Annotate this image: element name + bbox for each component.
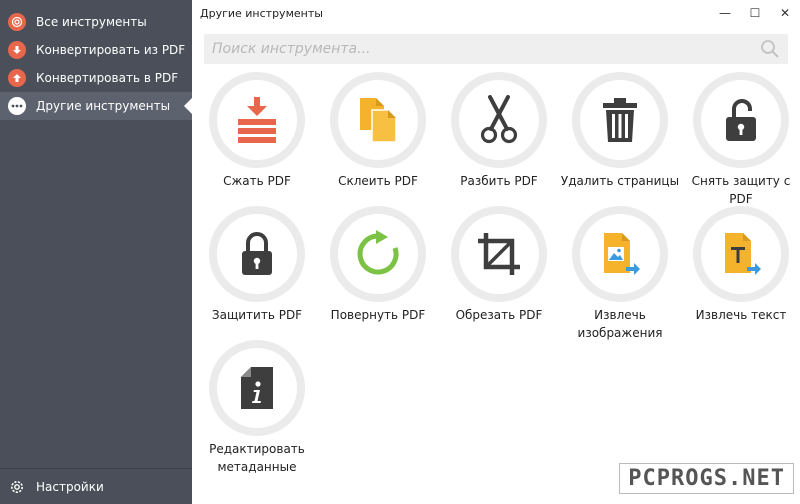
sidebar-item-convert-from-pdf[interactable]: Конвертировать из PDF	[0, 36, 192, 64]
tool-label: Редактировать метаданные	[209, 442, 305, 474]
sidebar-item-all-tools[interactable]: Все инструменты	[0, 8, 192, 36]
tool-icon-circle	[330, 206, 426, 302]
search-bar	[204, 34, 788, 64]
tool-split-pdf[interactable]: Разбить PDF	[440, 72, 558, 202]
compress-icon	[238, 97, 276, 143]
arrow-up-icon	[8, 69, 26, 87]
tool-icon-circle	[451, 72, 547, 168]
maximize-button[interactable]: ☐	[740, 0, 770, 26]
sidebar-item-convert-to-pdf[interactable]: Конвертировать в PDF	[0, 64, 192, 92]
tool-label: Извлечь текст	[695, 308, 787, 322]
sidebar-item-label: Конвертировать в PDF	[36, 71, 179, 85]
gear-icon	[8, 478, 26, 496]
tool-icon-circle	[209, 206, 305, 302]
watermark: PCPROGS.NET	[619, 463, 794, 494]
tool-merge-pdf[interactable]: Склеить PDF	[319, 72, 437, 202]
tool-icon-circle	[572, 206, 668, 302]
extract-text-icon	[725, 233, 761, 275]
tool-icon-circle	[330, 72, 426, 168]
close-button[interactable]: ✕	[770, 0, 800, 26]
more-dots-icon	[8, 97, 26, 115]
minimize-button[interactable]: —	[710, 0, 740, 26]
tool-protect-pdf[interactable]: Защитить PDF	[198, 206, 316, 336]
tool-unlock-pdf[interactable]: Снять защиту с PDF	[682, 72, 800, 206]
tool-icon-circle	[209, 72, 305, 168]
sidebar: Все инструменты Конвертировать из PDF Ко…	[0, 0, 192, 504]
rotate-icon	[357, 230, 399, 275]
tool-extract-images[interactable]: Извлечь изображения	[561, 206, 679, 340]
main-panel: Другие инструменты — ☐ ✕ С	[192, 0, 800, 504]
lock-icon	[242, 232, 272, 275]
tool-edit-metadata[interactable]: Редактировать метаданные	[198, 340, 316, 474]
tool-icon-circle	[451, 206, 547, 302]
scissors-icon	[481, 95, 517, 144]
tool-icon-circle	[209, 340, 305, 436]
tool-label: Извлечь изображения	[577, 308, 663, 340]
tool-label: Снять защиту с PDF	[691, 174, 791, 206]
unlock-icon	[726, 99, 756, 141]
settings-label: Настройки	[36, 479, 104, 494]
tool-icon-circle	[693, 206, 789, 302]
tool-icon-circle	[572, 72, 668, 168]
tool-label: Склеить PDF	[338, 174, 418, 188]
search-icon[interactable]	[760, 39, 780, 59]
tool-crop-pdf[interactable]: Обрезать PDF	[440, 206, 558, 336]
tool-label: Удалить страницы	[560, 174, 680, 188]
tool-rotate-pdf[interactable]: Повернуть PDF	[319, 206, 437, 336]
sidebar-item-label: Конвертировать из PDF	[36, 43, 186, 57]
settings-button[interactable]: Настройки	[0, 468, 192, 504]
sidebar-item-label: Другие инструменты	[36, 99, 171, 113]
tool-label: Защитить PDF	[211, 308, 303, 322]
window-title: Другие инструменты	[200, 6, 323, 20]
tool-label: Сжать PDF	[223, 174, 291, 188]
tool-delete-pages[interactable]: Удалить страницы	[561, 72, 679, 202]
tool-icon-circle	[693, 72, 789, 168]
metadata-icon	[241, 367, 273, 409]
arrow-down-icon	[8, 41, 26, 59]
sidebar-item-label: Все инструменты	[36, 15, 147, 29]
merge-icon	[360, 98, 397, 143]
search-input[interactable]	[204, 34, 788, 64]
sidebar-item-other-tools[interactable]: Другие инструменты	[0, 92, 192, 120]
trash-icon	[603, 98, 637, 142]
window-controls: — ☐ ✕	[710, 0, 800, 26]
tool-label: Обрезать PDF	[455, 308, 543, 322]
title-bar: Другие инструменты — ☐ ✕	[192, 0, 800, 26]
tool-label: Повернуть PDF	[330, 308, 426, 322]
target-icon	[8, 13, 26, 31]
tool-extract-text[interactable]: Извлечь текст	[682, 206, 800, 336]
extract-image-icon	[604, 233, 640, 275]
tool-compress-pdf[interactable]: Сжать PDF	[198, 72, 316, 202]
tool-label: Разбить PDF	[460, 174, 538, 188]
crop-icon	[478, 233, 520, 275]
